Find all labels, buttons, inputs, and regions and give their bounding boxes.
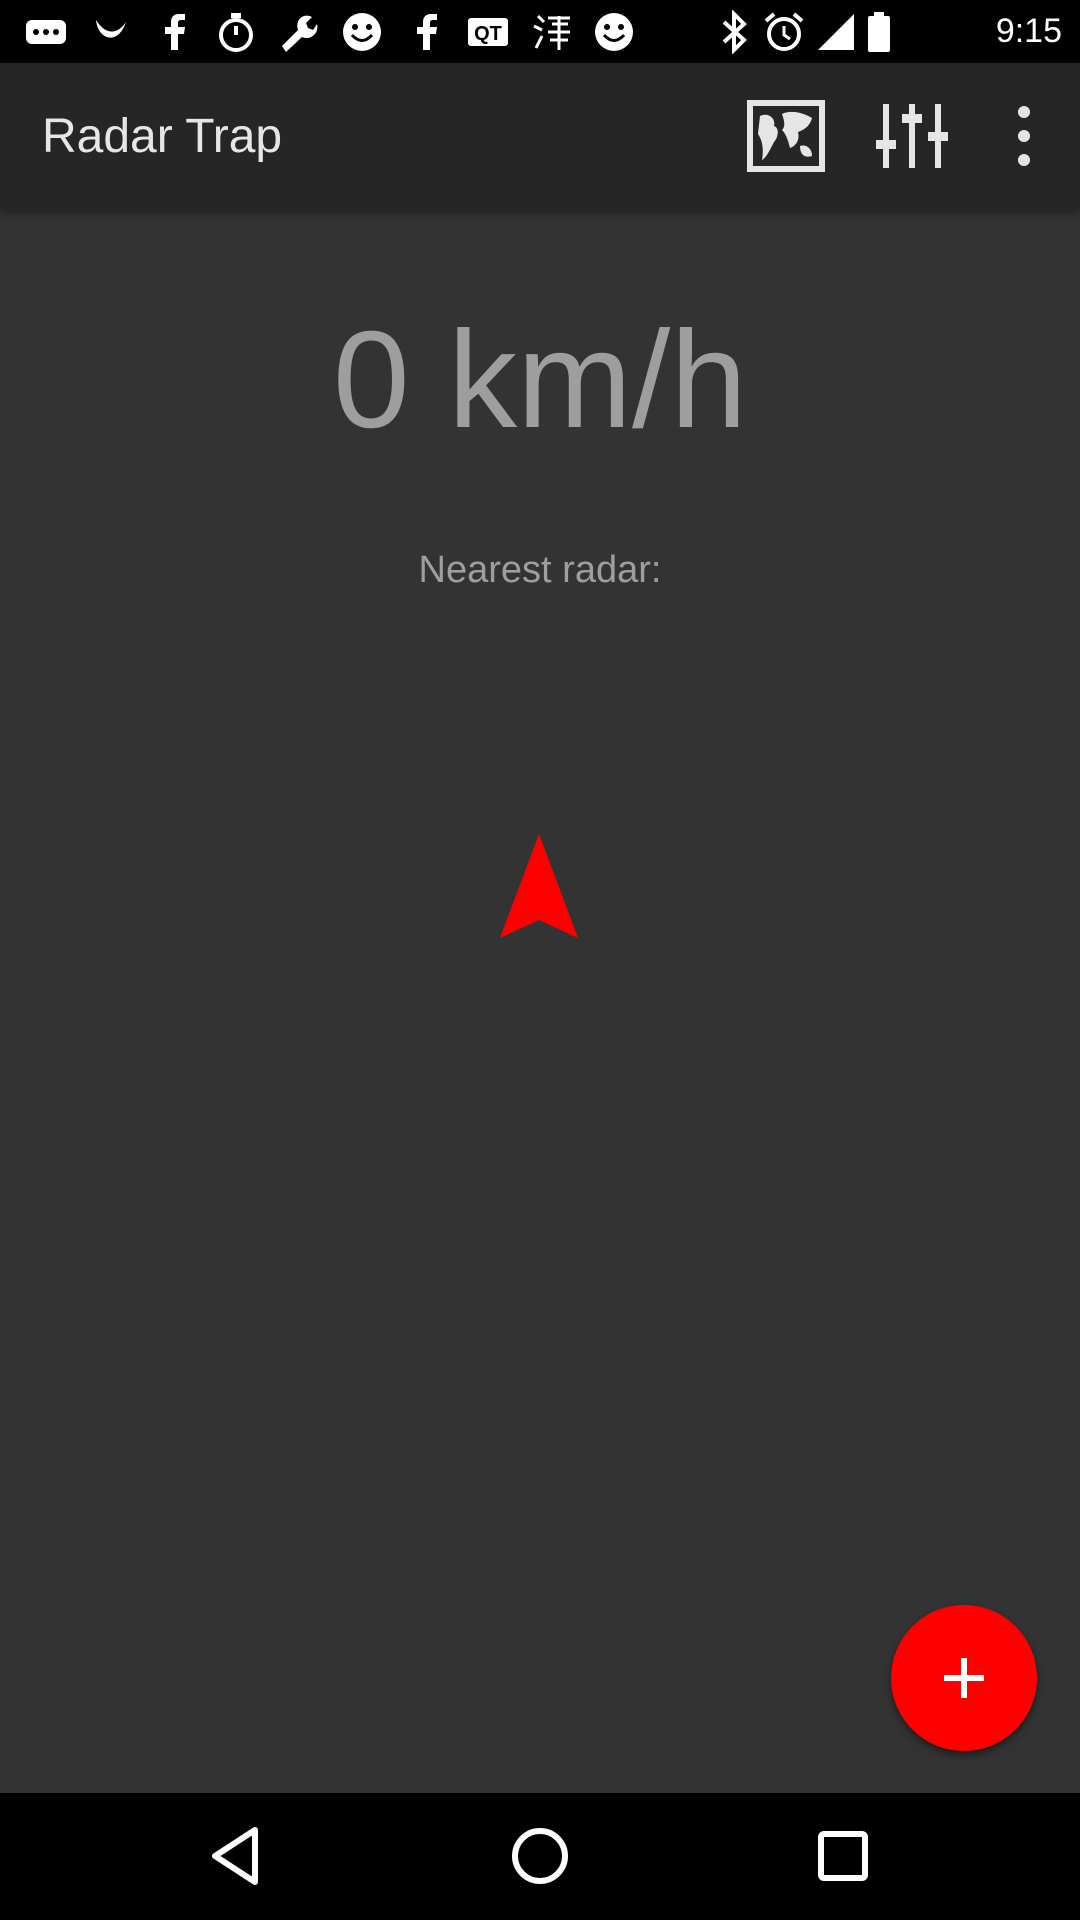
plus-icon — [944, 1658, 984, 1698]
chinese-app-icon — [533, 14, 570, 50]
stopwatch-icon — [219, 13, 253, 52]
facebook-icon — [417, 14, 437, 50]
qt-icon: QT — [468, 18, 508, 46]
navigation-arrow-icon — [500, 834, 578, 938]
status-bar: QT 9:15 — [0, 0, 1080, 63]
sliders-icon — [876, 104, 948, 168]
app-title: Radar Trap — [42, 110, 283, 163]
back-button[interactable] — [201, 1820, 273, 1892]
wrench-icon — [282, 15, 318, 53]
more-notifications-icon — [26, 20, 66, 44]
battery-icon — [868, 12, 890, 52]
facebook-icon — [165, 14, 185, 50]
bluetooth-icon — [722, 10, 747, 54]
recents-button[interactable] — [807, 1820, 879, 1892]
alarm-icon — [764, 12, 804, 51]
nearest-radar-label: Nearest radar: — [418, 549, 662, 591]
add-radar-button[interactable] — [891, 1605, 1037, 1751]
smiley-icon — [343, 13, 381, 51]
home-icon — [512, 1828, 568, 1884]
map-icon — [747, 100, 825, 172]
speed-readout: 0 km/h — [332, 303, 748, 457]
smiley-icon — [595, 13, 633, 51]
recents-icon — [818, 1831, 868, 1881]
map-button[interactable] — [746, 100, 826, 172]
status-time: 9:15 — [995, 12, 1062, 50]
navigation-bar — [0, 1793, 1080, 1920]
overflow-menu-icon — [1018, 106, 1030, 166]
bird-icon — [96, 20, 126, 38]
signal-icon — [818, 14, 854, 50]
back-icon — [212, 1827, 258, 1885]
svg-text:QT: QT — [474, 23, 502, 45]
overflow-menu-button[interactable] — [1000, 100, 1048, 172]
app-bar: Radar Trap — [0, 63, 1080, 210]
settings-button[interactable] — [872, 100, 952, 172]
home-button[interactable] — [504, 1820, 576, 1892]
